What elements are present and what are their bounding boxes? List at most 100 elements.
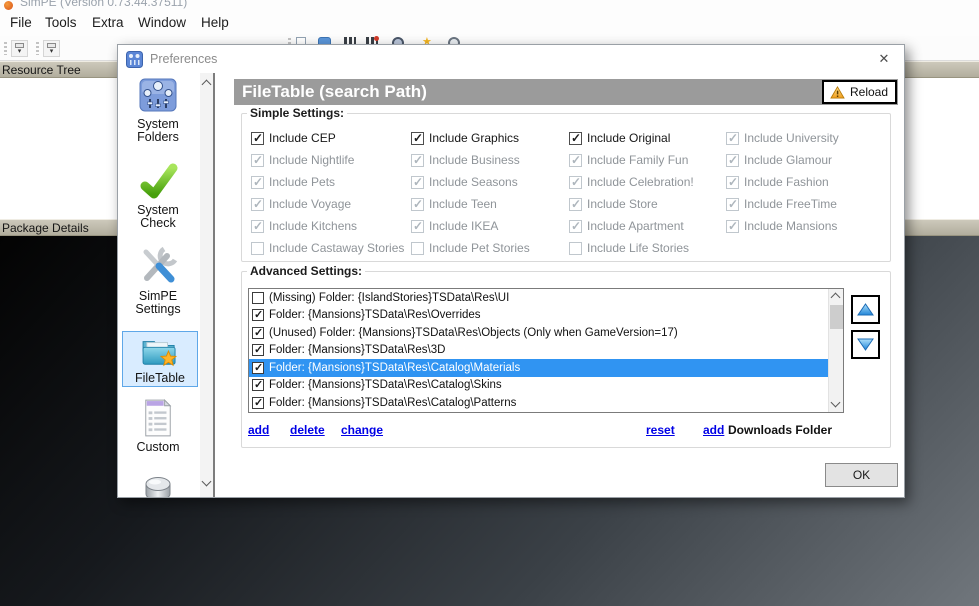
- checkbox-include-nightlife[interactable]: Include Nightlife: [251, 153, 354, 167]
- checkbox-include-graphics[interactable]: Include Graphics: [411, 131, 519, 145]
- sidebar-item-custom[interactable]: Custom: [120, 399, 196, 454]
- checkbox-label: Include Pet Stories: [429, 241, 530, 255]
- checkbox-box: [411, 176, 424, 189]
- scroll-down-icon[interactable]: [831, 398, 841, 408]
- path-row[interactable]: (Missing) Folder: {IslandStories}TSData\…: [249, 289, 828, 307]
- change-link[interactable]: change: [341, 423, 383, 437]
- toolbar-grip[interactable]: [36, 42, 39, 55]
- checkbox-label: Include Business: [429, 153, 520, 167]
- delete-link[interactable]: delete: [290, 423, 325, 437]
- checkbox-include-teen[interactable]: Include Teen: [411, 197, 497, 211]
- scroll-up-icon[interactable]: [202, 80, 212, 90]
- sidebar-item-label: SimPE Settings: [135, 289, 180, 316]
- preferences-dialog: Preferences ✕ System Folders: [117, 44, 905, 498]
- checkbox-box: [252, 309, 264, 321]
- sidebar-item-simpe-settings[interactable]: SimPE Settings: [120, 246, 196, 316]
- checkbox-label: Include Family Fun: [587, 153, 688, 167]
- checkbox-include-university[interactable]: Include University: [726, 131, 839, 145]
- checkbox-include-celebration[interactable]: Include Celebration!: [569, 175, 694, 189]
- checkbox-include-fashion[interactable]: Include Fashion: [726, 175, 829, 189]
- path-row[interactable]: Folder: {Mansions}TSData\Res\3D: [249, 342, 828, 360]
- checkbox-label: Include Store: [587, 197, 658, 211]
- checkbox-box: [411, 198, 424, 211]
- checkbox-box: [252, 344, 264, 356]
- chevron-down-icon: ▾: [12, 48, 27, 55]
- checkbox-include-apartment[interactable]: Include Apartment: [569, 219, 684, 233]
- checkbox-label: Include Teen: [429, 197, 497, 211]
- checkbox-include-glamour[interactable]: Include Glamour: [726, 153, 832, 167]
- toolbar-dropdown-button[interactable]: ▾: [11, 40, 28, 57]
- ok-button[interactable]: OK: [825, 463, 898, 487]
- checkbox-box: [251, 154, 264, 167]
- checkbox-include-store[interactable]: Include Store: [569, 197, 658, 211]
- toolbar-dropdown-button[interactable]: ▾: [43, 40, 60, 57]
- move-down-button[interactable]: [851, 330, 880, 359]
- sidebar-scrollbar[interactable]: [200, 73, 215, 497]
- simpe-settings-icon: [138, 246, 178, 286]
- close-icon[interactable]: ✕: [872, 49, 896, 69]
- filetable-path-list[interactable]: (Missing) Folder: {IslandStories}TSData\…: [248, 288, 844, 413]
- checkbox-box: [726, 220, 739, 233]
- app-titlebar[interactable]: SimPE (Version 0.73.44.37511): [0, 0, 979, 10]
- sidebar-item-filetable[interactable]: FileTable: [122, 331, 198, 387]
- scroll-down-icon[interactable]: [202, 477, 212, 487]
- dialog-titlebar[interactable]: Preferences ✕: [118, 45, 904, 73]
- path-row[interactable]: Folder: {Mansions}TSData\Res\Overrides: [249, 307, 828, 325]
- checkbox-include-freetime[interactable]: Include FreeTime: [726, 197, 837, 211]
- page-title: FileTable (search Path): [234, 79, 898, 105]
- checkbox-include-ikea[interactable]: Include IKEA: [411, 219, 498, 233]
- checkbox-label: Include Life Stories: [587, 241, 689, 255]
- checkbox-box: [251, 132, 264, 145]
- checkbox-include-cep[interactable]: Include CEP: [251, 131, 336, 145]
- path-row[interactable]: Folder: {Mansions}TSData\Res\Catalog\Pat…: [249, 394, 828, 412]
- scroll-up-icon[interactable]: [831, 293, 841, 303]
- sidebar-item-database[interactable]: [120, 475, 196, 498]
- checkbox-include-castaway-stories[interactable]: Include Castaway Stories: [251, 241, 404, 255]
- menubar: File Tools Extra Window Help: [0, 10, 979, 36]
- custom-document-icon: [142, 399, 174, 437]
- scrollbar-thumb[interactable]: [830, 305, 843, 329]
- move-up-button[interactable]: [851, 295, 880, 324]
- checkbox-label: Include Celebration!: [587, 175, 694, 189]
- checkbox-include-original[interactable]: Include Original: [569, 131, 670, 145]
- checkbox-box: [411, 242, 424, 255]
- checkbox-include-mansions[interactable]: Include Mansions: [726, 219, 837, 233]
- checkbox-label: Include Castaway Stories: [269, 241, 404, 255]
- checkbox-include-life-stories[interactable]: Include Life Stories: [569, 241, 689, 255]
- path-text: (Unused) Folder: {Mansions}TSData\Res\Ob…: [269, 327, 678, 339]
- menu-window[interactable]: Window: [138, 15, 186, 30]
- advanced-settings-label: Advanced Settings:: [247, 264, 365, 278]
- add-downloads-link[interactable]: add: [703, 423, 724, 437]
- sidebar-item-system-folders[interactable]: System Folders: [120, 76, 196, 144]
- checkbox-label: Include Pets: [269, 175, 335, 189]
- checkbox-include-business[interactable]: Include Business: [411, 153, 520, 167]
- checkbox-include-pets[interactable]: Include Pets: [251, 175, 335, 189]
- checkbox-label: Include Voyage: [269, 197, 351, 211]
- checkbox-box: [251, 242, 264, 255]
- menu-tools[interactable]: Tools: [45, 15, 77, 30]
- path-row[interactable]: Folder: {Mansions}TSData\Res\Catalog\Mat…: [249, 359, 828, 377]
- reset-link[interactable]: reset: [646, 423, 675, 437]
- checkbox-include-kitchens[interactable]: Include Kitchens: [251, 219, 357, 233]
- reload-button[interactable]: Reload: [822, 80, 897, 104]
- menu-extra[interactable]: Extra: [92, 15, 124, 30]
- checkbox-label: Include University: [744, 131, 839, 145]
- checkbox-box: [569, 132, 582, 145]
- add-link[interactable]: add: [248, 423, 269, 437]
- checkbox-include-pet-stories[interactable]: Include Pet Stories: [411, 241, 530, 255]
- checkbox-box: [726, 154, 739, 167]
- checkbox-include-family-fun[interactable]: Include Family Fun: [569, 153, 688, 167]
- toolbar-grip[interactable]: [4, 42, 7, 55]
- reload-label: Reload: [850, 85, 888, 99]
- menu-help[interactable]: Help: [201, 15, 229, 30]
- checkbox-include-voyage[interactable]: Include Voyage: [251, 197, 351, 211]
- path-row[interactable]: Folder: {Mansions}TSData\Res\Catalog\Ski…: [249, 377, 828, 395]
- database-icon: [141, 475, 175, 498]
- checkbox-include-seasons[interactable]: Include Seasons: [411, 175, 518, 189]
- menu-file[interactable]: File: [10, 15, 32, 30]
- checkbox-label: Include Seasons: [429, 175, 518, 189]
- checkbox-label: Include Glamour: [744, 153, 832, 167]
- sidebar-item-system-check[interactable]: System Check: [120, 162, 196, 230]
- list-scrollbar[interactable]: [828, 289, 843, 412]
- path-row[interactable]: (Unused) Folder: {Mansions}TSData\Res\Ob…: [249, 324, 828, 342]
